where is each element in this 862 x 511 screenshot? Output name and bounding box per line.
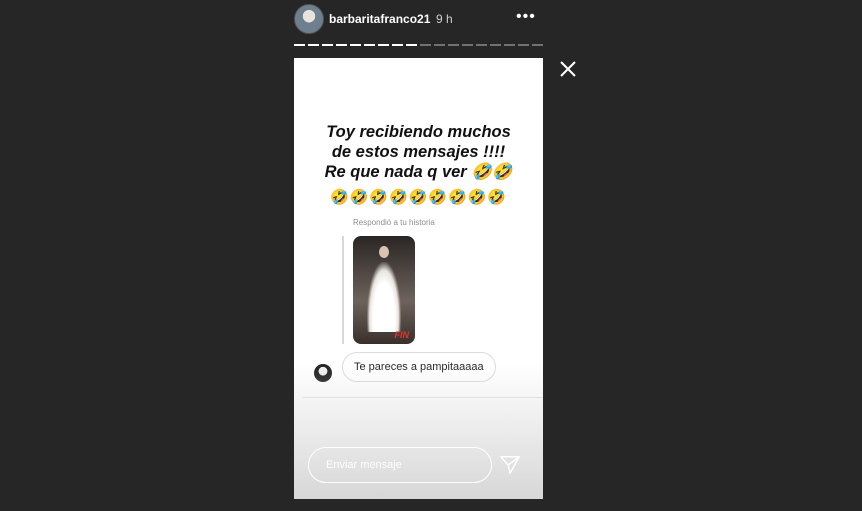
progress-segment (350, 44, 361, 46)
progress-segment (518, 44, 529, 46)
story-content[interactable]: Toy recibiendo muchos de estos mensajes … (294, 58, 543, 499)
story-header: barbaritafranco21 9 h ••• (294, 3, 544, 35)
send-icon[interactable] (499, 454, 521, 476)
username[interactable]: barbaritafranco21 (329, 12, 430, 26)
progress-segment (462, 44, 473, 46)
headline-line: de estos mensajes !!!! (331, 143, 506, 161)
white-dress (367, 262, 401, 332)
story-headline: Toy recibiendo muchos de estos mensajes … (294, 122, 543, 182)
progress-segment (406, 44, 417, 46)
thumbnail-caption: FIN (394, 330, 410, 340)
progress-segment (364, 44, 375, 46)
progress-segment (392, 44, 403, 46)
headline-line: Re que nada q ver 🤣🤣 (324, 163, 513, 181)
progress-segment (448, 44, 459, 46)
progress-segment (336, 44, 347, 46)
progress-segment (490, 44, 501, 46)
progress-segment (378, 44, 389, 46)
progress-segment (504, 44, 515, 46)
reply-label: Respondió a tu historia (353, 218, 435, 227)
progress-segment (420, 44, 431, 46)
avatar[interactable] (294, 4, 324, 34)
progress-segment (476, 44, 487, 46)
progress-segment (532, 44, 543, 46)
progress-segment (322, 44, 333, 46)
story-progress-bar (294, 44, 543, 46)
progress-segment (434, 44, 445, 46)
replied-story-thumbnail[interactable]: FIN (353, 236, 415, 344)
post-time: 9 h (436, 12, 453, 26)
close-icon[interactable] (558, 59, 578, 79)
emoji-row: 🤣🤣🤣🤣🤣🤣🤣🤣🤣 (329, 188, 508, 206)
more-options-icon[interactable]: ••• (516, 9, 536, 25)
message-input[interactable] (308, 447, 492, 483)
progress-segment (294, 44, 305, 46)
person-head (379, 246, 389, 258)
reply-quote-line (342, 236, 344, 344)
progress-segment (308, 44, 319, 46)
headline-line: Toy recibiendo muchos (326, 123, 511, 141)
